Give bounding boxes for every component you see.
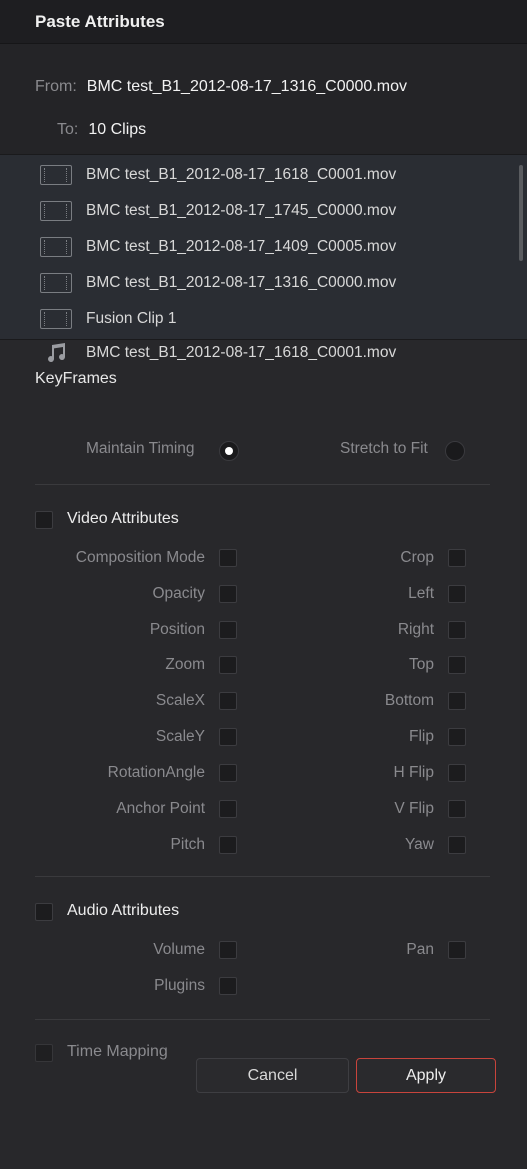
zoom-checkbox[interactable] — [219, 656, 237, 674]
anchor-point-checkbox[interactable] — [219, 800, 237, 818]
scalex-label: ScaleX — [155, 692, 205, 709]
opacity-checkbox[interactable] — [219, 585, 237, 603]
composition-mode-checkbox[interactable] — [219, 549, 237, 567]
crop-checkbox[interactable] — [448, 549, 466, 567]
film-clip-icon — [40, 273, 72, 293]
maintain-timing-label: Maintain Timing — [86, 440, 195, 457]
scaley-checkbox[interactable] — [219, 728, 237, 746]
anchor-point-label: Anchor Point — [116, 800, 205, 817]
position-label: Position — [149, 621, 205, 638]
time-mapping-checkbox[interactable] — [35, 1044, 53, 1062]
cancel-button[interactable]: Cancel — [196, 1058, 349, 1093]
opacity-label: Opacity — [152, 585, 205, 602]
keyframes-section-title: KeyFrames — [35, 370, 117, 387]
to-row: To: 10 Clips — [57, 121, 146, 139]
clip-name: BMC test_B1_2012-08-17_1618_C0001.mov — [86, 166, 397, 183]
scalex-checkbox[interactable] — [219, 692, 237, 710]
apply-button[interactable]: Apply — [356, 1058, 496, 1093]
pitch-checkbox[interactable] — [219, 836, 237, 854]
yaw-checkbox[interactable] — [448, 836, 466, 854]
flip-checkbox[interactable] — [448, 728, 466, 746]
clip-list-item[interactable]: BMC test_B1_2012-08-17_1618_C0001.mov — [40, 157, 396, 193]
section-divider — [35, 876, 490, 877]
composition-mode-label: Composition Mode — [75, 549, 205, 566]
volume-label: Volume — [153, 941, 205, 958]
stretch-to-fit-label: Stretch to Fit — [340, 440, 428, 457]
yaw-label: Yaw — [404, 836, 434, 853]
to-label: To: — [57, 121, 79, 138]
clip-list-item[interactable]: BMC test_B1_2012-08-17_1409_C0005.mov — [40, 229, 396, 265]
from-value: BMC test_B1_2012-08-17_1316_C0000.mov — [86, 78, 407, 95]
right-label: Right — [397, 621, 434, 638]
film-clip-icon — [40, 309, 72, 329]
v-flip-label: V Flip — [394, 800, 434, 817]
maintain-timing-radio[interactable] — [219, 441, 239, 461]
clip-list-item[interactable]: BMC test_B1_2012-08-17_1618_C0001.mov — [40, 335, 396, 371]
right-checkbox[interactable] — [448, 621, 466, 639]
section-divider — [35, 484, 490, 485]
left-checkbox[interactable] — [448, 585, 466, 603]
clip-name: BMC test_B1_2012-08-17_1316_C0000.mov — [86, 274, 397, 291]
top-checkbox[interactable] — [448, 656, 466, 674]
clip-list-item[interactable]: BMC test_B1_2012-08-17_1745_C0000.mov — [40, 193, 396, 229]
top-label: Top — [409, 656, 434, 673]
scaley-label: ScaleY — [155, 728, 205, 745]
pan-label: Pan — [406, 941, 434, 958]
clip-name: Fusion Clip 1 — [86, 310, 177, 327]
h-flip-checkbox[interactable] — [448, 764, 466, 782]
audio-attributes-checkbox[interactable] — [35, 903, 53, 921]
stretch-to-fit-radio[interactable] — [445, 441, 465, 461]
crop-label: Crop — [400, 549, 434, 566]
film-clip-icon — [40, 165, 72, 185]
from-label: From: — [35, 78, 77, 95]
plugins-label: Plugins — [154, 977, 205, 994]
clip-list-item[interactable]: BMC test_B1_2012-08-17_1316_C0000.mov — [40, 265, 396, 301]
clip-list-scrollbar[interactable] — [519, 165, 523, 261]
target-clip-list[interactable]: BMC test_B1_2012-08-17_1618_C0001.mov BM… — [0, 154, 527, 363]
video-attributes-label: Video Attributes — [67, 510, 179, 527]
music-note-icon — [40, 342, 72, 364]
time-mapping-label: Time Mapping — [67, 1043, 168, 1060]
pan-checkbox[interactable] — [448, 941, 466, 959]
bottom-checkbox[interactable] — [448, 692, 466, 710]
h-flip-label: H Flip — [393, 764, 434, 781]
paste-attributes-dialog: Paste Attributes From: BMC test_B1_2012-0… — [0, 0, 527, 1169]
rotation-angle-checkbox[interactable] — [219, 764, 237, 782]
v-flip-checkbox[interactable] — [448, 800, 466, 818]
from-row: From: BMC test_B1_2012-08-17_1316_C0000.m… — [35, 78, 407, 96]
film-clip-icon — [40, 237, 72, 257]
to-value: 10 Clips — [88, 121, 147, 138]
flip-label: Flip — [409, 728, 434, 745]
video-attributes-checkbox[interactable] — [35, 511, 53, 529]
clip-name: BMC test_B1_2012-08-17_1745_C0000.mov — [86, 202, 397, 219]
plugins-checkbox[interactable] — [219, 977, 237, 995]
volume-checkbox[interactable] — [219, 941, 237, 959]
position-checkbox[interactable] — [219, 621, 237, 639]
section-divider — [35, 1019, 490, 1020]
clip-name: BMC test_B1_2012-08-17_1409_C0005.mov — [86, 238, 397, 255]
audio-attributes-label: Audio Attributes — [67, 902, 180, 919]
clip-name: BMC test_B1_2012-08-17_1618_C0001.mov — [86, 344, 397, 361]
film-clip-icon — [40, 201, 72, 221]
source-target-panel: From: BMC test_B1_2012-08-17_1316_C0000.m… — [0, 44, 527, 154]
rotation-angle-label: RotationAngle — [107, 764, 205, 781]
dialog-titlebar: Paste Attributes — [0, 0, 527, 44]
bottom-label: Bottom — [384, 692, 434, 709]
left-label: Left — [408, 585, 434, 602]
pitch-label: Pitch — [170, 836, 205, 853]
zoom-label: Zoom — [165, 656, 205, 673]
clip-list-item[interactable]: Fusion Clip 1 — [40, 301, 176, 337]
dialog-title: Paste Attributes — [35, 12, 165, 31]
